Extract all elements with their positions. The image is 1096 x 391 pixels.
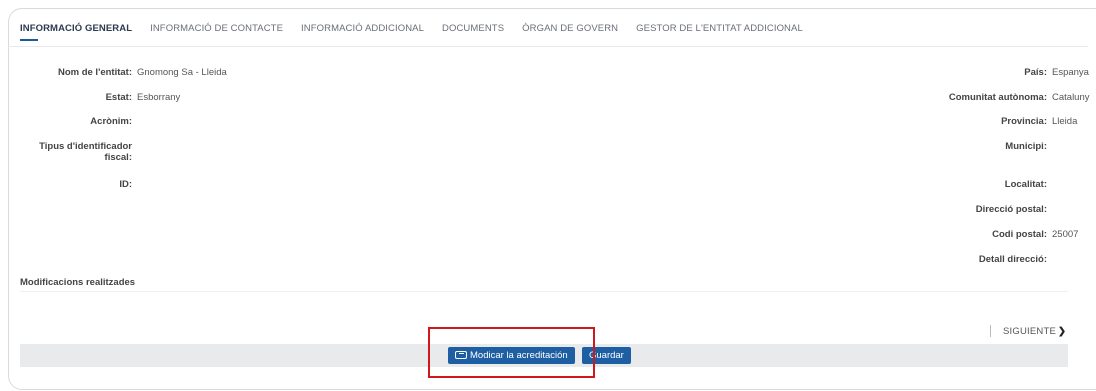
field-label: Comunitat autònoma:: [948, 92, 1047, 103]
backspace-icon: [455, 351, 467, 359]
tab-documents[interactable]: DOCUMENTS: [442, 22, 513, 40]
field-value: Cataluny: [1052, 92, 1090, 103]
next-link[interactable]: SIGUIENTE ❯: [1003, 326, 1066, 337]
tab-gestor-entitat[interactable]: GESTOR DE L'ENTITAT ADDICIONAL: [636, 22, 812, 40]
field-label: Estat:: [105, 92, 132, 103]
field-label: Tipus d'identificador: [39, 141, 132, 152]
tab-informacio-contacte[interactable]: INFORMACIÓ DE CONTACTE: [150, 22, 292, 40]
field-label: Provincia:: [1001, 116, 1047, 127]
modifications-title: Modificacions realitzades: [20, 277, 136, 288]
field-label: Municipi:: [1005, 141, 1047, 152]
field-label: Detall direcció:: [978, 254, 1047, 265]
modify-accreditation-label: Modicar la acreditación: [470, 350, 568, 361]
field-label: Nom de l'entitat:: [57, 67, 132, 78]
field-value: 25007: [1052, 229, 1079, 240]
field-label: Direcció postal:: [975, 204, 1047, 215]
field-label: Codi postal:: [992, 229, 1047, 240]
field-label: Localitat:: [1004, 179, 1047, 190]
tab-organ-govern[interactable]: ÒRGAN DE GOVERN: [522, 22, 627, 40]
tabs-divider: [8, 46, 1088, 47]
modifications-divider: [20, 291, 1068, 292]
main-panel: [8, 8, 1096, 390]
field-value: Espanya: [1052, 67, 1089, 78]
field-label: fiscal:: [104, 152, 132, 163]
tab-informacio-general[interactable]: INFORMACIÓ GENERAL: [20, 22, 141, 41]
save-button[interactable]: Guardar: [582, 347, 631, 364]
modify-accreditation-button[interactable]: Modicar la acreditación: [448, 347, 575, 364]
next-separator: [990, 325, 991, 337]
next-label: SIGUIENTE: [1003, 326, 1057, 337]
chevron-right-icon: ❯: [1058, 326, 1067, 337]
tab-bar: INFORMACIÓ GENERAL INFORMACIÓ DE CONTACT…: [20, 22, 821, 44]
field-label: País:: [1024, 67, 1047, 78]
tab-informacio-addicional[interactable]: INFORMACIÓ ADDICIONAL: [301, 22, 433, 40]
field-value: Gnomong Sa - Lleida: [137, 67, 227, 78]
field-value: Esborrany: [137, 92, 181, 103]
field-label: Acrònim:: [90, 116, 132, 127]
field-label: ID:: [119, 179, 132, 190]
field-value: Lleida: [1052, 116, 1078, 127]
